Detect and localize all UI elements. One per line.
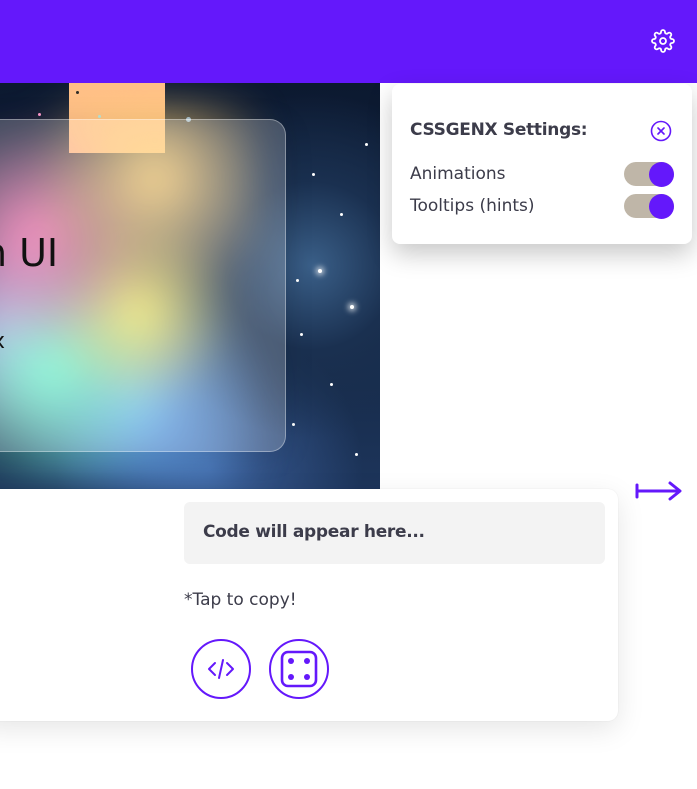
close-circle-icon[interactable] [650,120,672,142]
code-output-card: Code will appear here... *Tap to copy! [0,489,618,721]
settings-title: CSSGENX Settings: [410,120,588,140]
tooltips-toggle[interactable] [624,194,674,219]
randomize-button[interactable] [269,639,329,699]
star [340,213,343,216]
star [312,173,315,176]
toggle-knob [649,194,674,219]
code-placeholder: Code will appear here... [203,522,425,542]
star [300,333,303,336]
dice-icon [280,650,318,688]
settings-panel: CSSGENX Settings: Animations Tooltips (h… [392,84,692,244]
arrow-right-icon[interactable] [634,478,684,504]
star [296,279,299,282]
star [318,269,322,273]
setting-animations: Animations [410,162,674,188]
glass-card [0,119,286,452]
star [350,305,354,309]
preview-subtitle: x [0,329,5,354]
top-bar [0,0,697,83]
star [355,453,358,456]
copy-hint: *Tap to copy! [184,590,297,610]
glassmorphism-preview: m UI x [0,83,380,489]
star [76,91,79,94]
star [365,143,368,146]
star [292,423,295,426]
setting-label: Animations [410,164,506,184]
generate-code-button[interactable] [191,639,251,699]
animations-toggle[interactable] [624,162,674,187]
gear-icon[interactable] [651,29,675,53]
toggle-knob [649,162,674,187]
code-icon [208,659,234,679]
code-output-box[interactable]: Code will appear here... [184,502,605,564]
setting-label: Tooltips (hints) [410,196,535,216]
setting-tooltips: Tooltips (hints) [410,194,674,220]
star [330,383,333,386]
preview-title: m UI [0,231,59,275]
